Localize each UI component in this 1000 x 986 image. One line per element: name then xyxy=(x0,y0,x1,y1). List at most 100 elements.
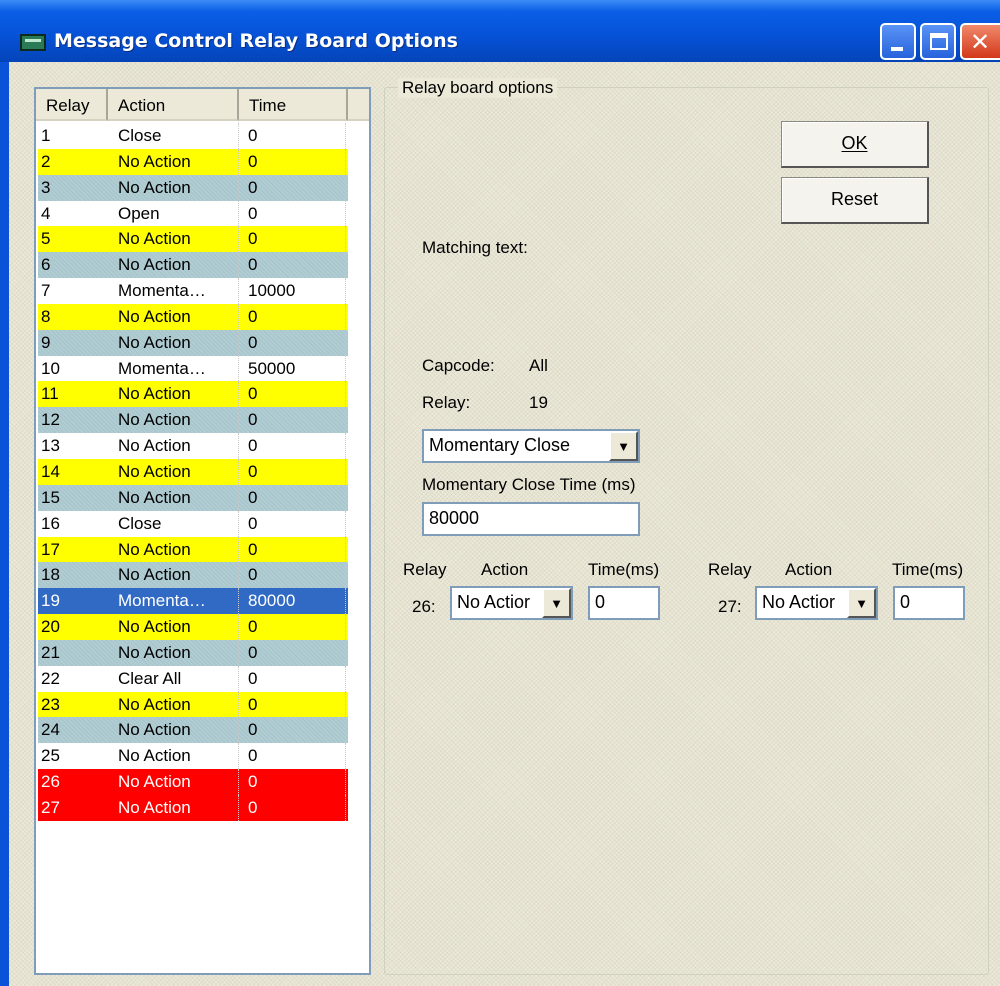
cell-time: 0 xyxy=(248,151,258,171)
list-row[interactable]: 11 No Action 0 xyxy=(38,381,348,408)
sub-relay-26-header-time: Time(ms) xyxy=(588,560,660,579)
reset-button[interactable]: Reset xyxy=(781,177,929,224)
momentary-time-input[interactable]: 80000 xyxy=(422,502,640,536)
cell-relay: 24 xyxy=(41,720,60,740)
column-separator xyxy=(345,458,346,485)
column-separator xyxy=(345,278,346,304)
column-header-time[interactable]: Time xyxy=(239,89,348,121)
cell-relay: 5 xyxy=(41,229,51,249)
cell-relay: 10 xyxy=(41,358,60,378)
sub-relay-26-action-value: No Actior xyxy=(457,592,531,612)
column-separator xyxy=(345,303,346,330)
close-icon: ✕ xyxy=(970,28,991,56)
column-separator xyxy=(345,536,346,563)
list-row[interactable]: 25 No Action 0 xyxy=(38,743,348,770)
column-separator xyxy=(238,278,239,304)
cell-relay: 11 xyxy=(41,384,59,404)
column-separator xyxy=(345,407,346,434)
list-row[interactable]: 8 No Action 0 xyxy=(38,303,348,330)
close-button[interactable]: ✕ xyxy=(960,23,1000,60)
cell-time: 10000 xyxy=(248,281,296,301)
column-separator xyxy=(345,717,346,744)
cell-action: No Action xyxy=(118,720,191,740)
list-row[interactable]: 16 Close 0 xyxy=(38,510,348,537)
column-separator xyxy=(345,769,346,795)
column-header-relay[interactable]: Relay xyxy=(36,89,108,121)
list-row[interactable]: 5 No Action 0 xyxy=(38,226,348,253)
cell-relay: 9 xyxy=(41,332,51,352)
sub-relay-27-time-input[interactable]: 0 xyxy=(893,586,965,620)
cell-time: 0 xyxy=(248,772,258,792)
column-separator xyxy=(238,148,239,175)
list-row[interactable]: 17 No Action 0 xyxy=(38,536,348,563)
list-row[interactable]: 14 No Action 0 xyxy=(38,458,348,485)
column-header-action[interactable]: Action xyxy=(108,89,239,121)
sub-relay-27-header-time: Time(ms) xyxy=(892,560,964,579)
list-row[interactable]: 6 No Action 0 xyxy=(38,252,348,279)
chevron-down-icon[interactable]: ▼ xyxy=(542,588,571,618)
column-separator xyxy=(345,743,346,770)
column-separator xyxy=(238,691,239,718)
cell-time: 0 xyxy=(248,642,258,662)
sub-relay-26-header-action: Action xyxy=(481,560,529,579)
sub-relay-26-time-input[interactable]: 0 xyxy=(588,586,660,620)
column-separator xyxy=(238,200,239,227)
cell-relay: 14 xyxy=(41,461,60,481)
list-row[interactable]: 18 No Action 0 xyxy=(38,562,348,589)
title-bar[interactable]: Message Control Relay Board Options ✕ xyxy=(0,0,1000,62)
list-row[interactable]: 2 No Action 0 xyxy=(38,148,348,175)
list-row[interactable]: 19 Momenta… 80000 xyxy=(38,588,348,615)
list-row[interactable]: 1 Close 0 xyxy=(38,123,348,149)
cell-action: Momenta… xyxy=(118,281,206,301)
cell-action: No Action xyxy=(118,772,191,792)
column-separator xyxy=(238,536,239,563)
list-row[interactable]: 7 Momenta… 10000 xyxy=(38,278,348,304)
list-row[interactable]: 4 Open 0 xyxy=(38,200,348,227)
cell-action: No Action xyxy=(118,461,191,481)
cell-relay: 16 xyxy=(41,513,60,533)
list-row[interactable]: 9 No Action 0 xyxy=(38,329,348,356)
cell-relay: 26 xyxy=(41,772,60,792)
list-row[interactable]: 23 No Action 0 xyxy=(38,691,348,718)
chevron-down-icon[interactable]: ▼ xyxy=(847,588,876,618)
cell-action: Open xyxy=(118,203,160,223)
sub-relay-27-action-select[interactable]: No Actior ▼ xyxy=(755,586,878,620)
column-separator xyxy=(345,252,346,279)
cell-action: Clear All xyxy=(118,668,182,688)
list-row[interactable]: 24 No Action 0 xyxy=(38,717,348,744)
reset-button-label: Reset xyxy=(830,189,879,209)
cell-relay: 17 xyxy=(41,539,60,559)
chevron-down-icon[interactable]: ▼ xyxy=(609,431,638,461)
column-separator xyxy=(238,484,239,511)
action-select[interactable]: Momentary Close ▼ xyxy=(422,429,640,463)
relay-list-view[interactable]: Relay Action Time 1 Close 0 2 No Action 0 3 No … xyxy=(34,87,371,975)
column-separator xyxy=(345,226,346,253)
list-row[interactable]: 12 No Action 0 xyxy=(38,407,348,434)
list-row[interactable]: 3 No Action 0 xyxy=(38,174,348,201)
list-row[interactable]: 21 No Action 0 xyxy=(38,639,348,666)
column-separator xyxy=(345,639,346,666)
list-row[interactable]: 20 No Action 0 xyxy=(38,614,348,640)
minimize-button[interactable] xyxy=(880,23,916,60)
list-row[interactable]: 22 Clear All 0 xyxy=(38,665,348,692)
maximize-icon xyxy=(930,33,948,50)
list-row[interactable]: 15 No Action 0 xyxy=(38,484,348,511)
list-row[interactable]: 26 No Action 0 xyxy=(38,769,348,795)
ok-button[interactable]: OK xyxy=(781,121,929,168)
cell-time: 0 xyxy=(248,177,258,197)
cell-time: 0 xyxy=(248,617,258,637)
list-row[interactable]: 10 Momenta… 50000 xyxy=(38,355,348,382)
cell-relay: 25 xyxy=(41,746,60,766)
column-separator xyxy=(345,148,346,175)
cell-action: No Action xyxy=(118,151,191,171)
cell-time: 50000 xyxy=(248,358,296,378)
maximize-button[interactable] xyxy=(920,23,956,60)
column-separator xyxy=(238,562,239,589)
list-row[interactable]: 13 No Action 0 xyxy=(38,433,348,459)
sub-relay-27-header-relay: Relay xyxy=(708,560,752,579)
ok-button-label: OK xyxy=(841,133,868,153)
cell-time: 0 xyxy=(248,694,258,714)
cell-relay: 4 xyxy=(41,203,51,223)
list-row[interactable]: 27 No Action 0 xyxy=(38,794,348,821)
sub-relay-26-action-select[interactable]: No Actior ▼ xyxy=(450,586,573,620)
